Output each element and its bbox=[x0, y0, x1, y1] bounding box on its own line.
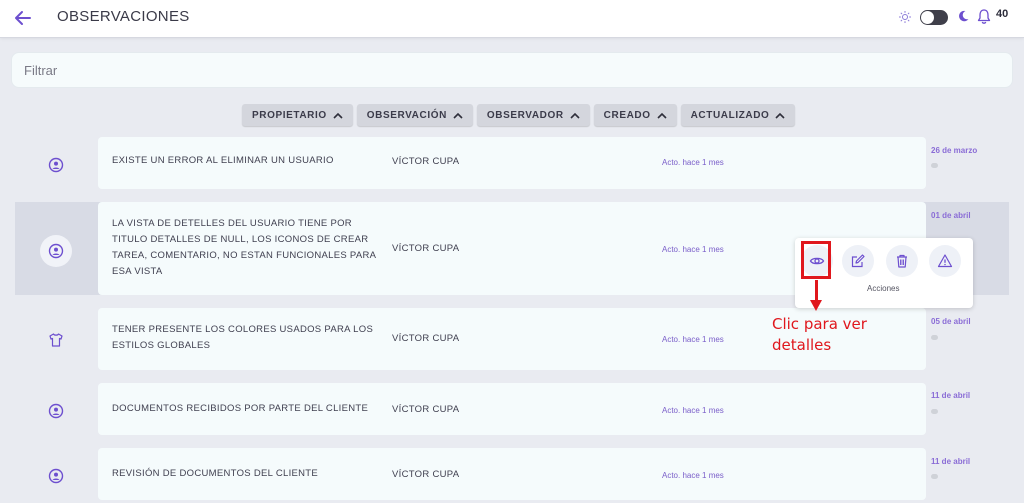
filter-input[interactable]: Filtrar bbox=[11, 52, 1013, 88]
sort-creado-button[interactable]: CREADO bbox=[593, 104, 677, 126]
delete-button[interactable] bbox=[886, 245, 918, 277]
edit-button[interactable] bbox=[842, 245, 874, 277]
chevron-up-icon bbox=[453, 112, 463, 119]
chevron-up-icon bbox=[570, 112, 580, 119]
user-circle-icon bbox=[48, 468, 64, 484]
date-indicator bbox=[931, 409, 938, 414]
date-indicator bbox=[931, 474, 938, 479]
observer-name: VÍCTOR CUPA bbox=[392, 156, 460, 167]
table-row[interactable]: EXISTE UN ERROR AL ELIMINAR UN USUARIO V… bbox=[0, 137, 1024, 189]
user-circle-icon bbox=[48, 157, 64, 173]
observer-name: VÍCTOR CUPA bbox=[392, 243, 460, 254]
observer-name: VÍCTOR CUPA bbox=[392, 469, 460, 480]
date-indicator bbox=[931, 163, 938, 168]
user-circle-icon bbox=[48, 403, 64, 419]
report-button[interactable] bbox=[929, 245, 961, 277]
observation-text: TENER PRESENTE LOS COLORES USADOS PARA L… bbox=[112, 324, 374, 351]
actions-popup: Acciones bbox=[795, 238, 973, 308]
shirt-icon bbox=[49, 333, 63, 347]
top-bar: OBSERVACIONES 40 bbox=[0, 0, 1024, 38]
sort-actualizado-button[interactable]: ACTUALIZADO bbox=[680, 104, 796, 126]
observation-text: LA VISTA DE DETELLES DEL USUARIO TIENE P… bbox=[112, 218, 376, 277]
page-title: OBSERVACIONES bbox=[57, 8, 190, 25]
sort-bar: PROPIETARIO OBSERVACIÓN OBSERVADOR CREAD… bbox=[242, 104, 796, 126]
moon-icon bbox=[959, 10, 969, 22]
sort-propietario-button[interactable]: PROPIETARIO bbox=[242, 104, 353, 126]
sort-label: OBSERVADOR bbox=[486, 109, 564, 121]
chevron-up-icon bbox=[657, 112, 667, 119]
observation-text: DOCUMENTOS RECIBIDOS POR PARTE DEL CLIEN… bbox=[112, 403, 369, 414]
updated-label: Acto. hace 1 mes bbox=[662, 406, 724, 415]
actions-label: Acciones bbox=[867, 284, 900, 293]
annotation-arrow-head bbox=[810, 300, 822, 311]
edit-icon bbox=[851, 254, 865, 268]
created-date: 05 de abril bbox=[931, 317, 971, 326]
sun-icon bbox=[899, 11, 911, 23]
updated-label: Acto. hace 1 mes bbox=[662, 471, 724, 480]
observation-card[interactable]: EXISTE UN ERROR AL ELIMINAR UN USUARIO V… bbox=[98, 137, 926, 189]
sort-label: OBSERVACIÓN bbox=[366, 109, 447, 121]
observer-name: VÍCTOR CUPA bbox=[392, 404, 460, 415]
created-date: 26 de marzo bbox=[931, 146, 978, 155]
chevron-up-icon bbox=[333, 112, 343, 119]
sort-observador-button[interactable]: OBSERVADOR bbox=[476, 104, 590, 126]
observation-card[interactable]: DOCUMENTOS RECIBIDOS POR PARTE DEL CLIEN… bbox=[98, 383, 926, 435]
date-indicator bbox=[931, 335, 938, 340]
trash-icon bbox=[897, 254, 907, 268]
sort-label: ACTUALIZADO bbox=[690, 109, 770, 121]
updated-label: Acto. hace 1 mes bbox=[662, 158, 724, 167]
updated-label: Acto. hace 1 mes bbox=[662, 245, 724, 254]
sort-observacion-button[interactable]: OBSERVACIÓN bbox=[356, 104, 473, 126]
table-row[interactable]: REVISIÓN DE DOCUMENTOS DEL CLIENTE VÍCTO… bbox=[0, 448, 1024, 500]
updated-label: Acto. hace 1 mes bbox=[662, 335, 724, 344]
notification-count: 40 bbox=[996, 8, 1009, 20]
observer-name: VÍCTOR CUPA bbox=[392, 333, 460, 344]
theme-toggle[interactable] bbox=[920, 10, 948, 25]
observation-text: REVISIÓN DE DOCUMENTOS DEL CLIENTE bbox=[112, 468, 319, 479]
back-arrow-icon[interactable] bbox=[12, 7, 34, 29]
created-date: 11 de abril bbox=[931, 391, 971, 400]
created-date: 11 de abril bbox=[931, 457, 971, 466]
avatar bbox=[40, 235, 72, 267]
sort-label: CREADO bbox=[603, 109, 651, 121]
created-date: 01 de abril bbox=[931, 211, 971, 220]
chevron-up-icon bbox=[775, 112, 785, 119]
sort-label: PROPIETARIO bbox=[252, 109, 327, 121]
observation-text: EXISTE UN ERROR AL ELIMINAR UN USUARIO bbox=[112, 155, 334, 166]
view-button-highlight bbox=[801, 241, 831, 279]
warning-icon bbox=[937, 254, 953, 268]
toggle-knob bbox=[921, 11, 934, 24]
bell-icon[interactable] bbox=[976, 8, 992, 25]
observation-card[interactable]: REVISIÓN DE DOCUMENTOS DEL CLIENTE VÍCTO… bbox=[98, 448, 926, 500]
user-circle-icon bbox=[48, 243, 64, 259]
table-row[interactable]: DOCUMENTOS RECIBIDOS POR PARTE DEL CLIEN… bbox=[0, 383, 1024, 435]
annotation-text: Clic para ver detalles bbox=[772, 315, 867, 354]
